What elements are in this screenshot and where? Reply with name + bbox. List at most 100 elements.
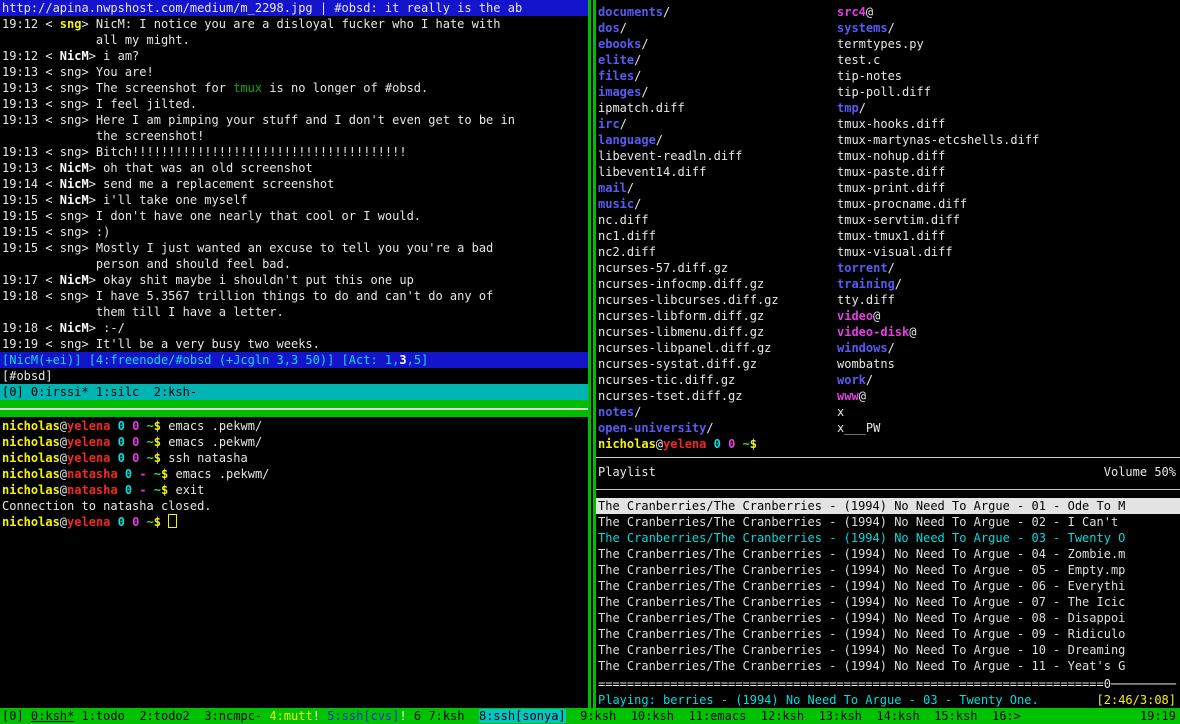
text-segment: > send me a replacement screenshot xyxy=(89,177,335,191)
file-item: tip-notes xyxy=(837,68,1039,84)
file-suffix: / xyxy=(620,21,627,35)
terminal-line: 19:13 < sng> Bitch!!!!!!!!!!!!!!!!!!!!!!… xyxy=(2,144,588,160)
tmux-window-4[interactable]: 4:mutt xyxy=(269,709,312,723)
tmux-window-1[interactable]: 1:todo xyxy=(82,709,125,723)
text-segment: nicholas xyxy=(2,419,60,433)
text-segment xyxy=(616,709,630,723)
file-name: torrent xyxy=(837,261,888,275)
text-segment xyxy=(125,709,139,723)
file-item: files/ xyxy=(598,68,779,84)
playlist-row: The Cranberries/The Cranberries - (1994)… xyxy=(596,642,1180,658)
irc-messages: 19:12 < sng> NicM: I notice you are a di… xyxy=(0,16,588,352)
file-item: x xyxy=(837,404,1039,420)
playlist-row: The Cranberries/The Cranberries - (1994)… xyxy=(596,562,1180,578)
files-shell-prompt: nicholas@yelena 0 0 ~$ xyxy=(598,436,757,452)
text-segment: $ xyxy=(750,437,757,451)
tmux-window-0[interactable]: 0:ksh* xyxy=(31,709,74,723)
text-segment: @ xyxy=(60,515,67,529)
text-segment: nicholas xyxy=(2,451,60,465)
tmux-window-9[interactable]: 9:ksh xyxy=(580,709,616,723)
file-name: tmux-tmux1.diff xyxy=(837,229,945,243)
terminal-line: 19:18 < NicM> :-/ xyxy=(2,320,588,336)
text-segment: $ xyxy=(154,515,161,529)
tmux-status-bar[interactable]: 19:19 [0] 0:ksh* 1:todo 2:todo2 3:ncmpc-… xyxy=(0,708,1180,724)
file-suffix: / xyxy=(627,181,634,195)
text-segment: them till I have a letter. xyxy=(2,305,284,319)
file-suffix: / xyxy=(641,37,648,51)
terminal-line: 19:15 < sng> :) xyxy=(2,224,588,240)
text-segment: > NicM: I notice you are a disloyal fuck… xyxy=(81,17,500,31)
file-item: ncurses-57.diff.gz xyxy=(598,260,779,276)
file-item: test.c xyxy=(837,52,1039,68)
file-name: tmux-visual.diff xyxy=(837,245,953,259)
file-name: ncurses-infocmp.diff.gz xyxy=(598,277,764,291)
file-name: training xyxy=(837,277,895,291)
file-item: tmp/ xyxy=(837,100,1039,116)
file-name: dos xyxy=(598,21,620,35)
seek-progress-bar[interactable]: ========================================… xyxy=(598,676,1176,692)
pane-divider-vertical[interactable] xyxy=(588,0,596,708)
irc-pane[interactable]: http://apina.nwpshost.com/medium/m_2298.… xyxy=(0,0,588,708)
text-segment: ! xyxy=(313,709,320,723)
text-segment: yelena xyxy=(67,515,110,529)
tmux-window-10[interactable]: 10:ksh xyxy=(631,709,674,723)
file-item: tmux-print.diff xyxy=(837,180,1039,196)
terminal-line: 19:15 < sng> Mostly I just wanted an exc… xyxy=(2,240,588,256)
files-pane[interactable]: documents/ dos/ ebooks/ elite/ files/ im… xyxy=(596,0,1180,456)
tmux-window-2[interactable]: 2:todo2 xyxy=(139,709,190,723)
terminal-line: 19:13 < sng> Here I am pimping your stuf… xyxy=(2,112,588,128)
file-name: images xyxy=(598,85,641,99)
file-name: ebooks xyxy=(598,37,641,51)
tmux-window-14[interactable]: 14:ksh xyxy=(876,709,919,723)
tmux-window-12[interactable]: 12:ksh xyxy=(761,709,804,723)
file-list-column-1: documents/ dos/ ebooks/ elite/ files/ im… xyxy=(598,4,779,436)
tmux-window-15[interactable]: 15:ksh xyxy=(934,709,977,723)
pane-divider-horizontal[interactable] xyxy=(0,400,588,417)
tmux-window-5[interactable]: 5:ssh[cvs] xyxy=(327,709,399,723)
text-segment xyxy=(110,451,117,465)
file-name: language xyxy=(598,133,656,147)
tmux-window-13[interactable]: 13:ksh xyxy=(819,709,862,723)
file-item: ncurses-libcurses.diff.gz xyxy=(598,292,779,308)
playlist-row: The Cranberries/The Cranberries - (1994)… xyxy=(596,578,1180,594)
tmux-window-11[interactable]: 11:emacs xyxy=(689,709,747,723)
file-name: tmux-hooks.diff xyxy=(837,117,945,131)
file-item: nc1.diff xyxy=(598,228,779,244)
text-segment: ~ xyxy=(154,467,161,481)
tmux-window-3[interactable]: 3:ncmpc- xyxy=(204,709,262,723)
file-item: wombatns xyxy=(837,356,1039,372)
file-item: ncurses-systat.diff.gz xyxy=(598,356,779,372)
text-segment: ssh natasha xyxy=(161,451,248,465)
tmux-window-16[interactable]: 16:> xyxy=(992,709,1021,723)
text-segment xyxy=(147,483,154,497)
text-segment: 19:15 < sng> I don't have one nearly tha… xyxy=(2,209,421,223)
file-suffix: / xyxy=(895,277,902,291)
file-name: tty.diff xyxy=(837,293,895,307)
file-item: ncurses-infocmp.diff.gz xyxy=(598,276,779,292)
screen-caption-bar[interactable]: [0] 0:irssi* 1:silc 2:ksh- xyxy=(0,384,588,400)
tmux-window-8[interactable]: 8:ssh[sonya] xyxy=(479,709,566,723)
file-name: x xyxy=(837,405,844,419)
text-segment: tmux xyxy=(233,81,262,95)
files-shell-prompt: nicholas@yelena 0 0 ~$ xyxy=(598,436,757,452)
file-name: systems xyxy=(837,21,888,35)
file-item: open-university/ xyxy=(598,420,779,436)
file-name: tmp xyxy=(837,101,859,115)
file-name: mail xyxy=(598,181,627,195)
terminal-line: nicholas@yelena 0 0 ~$ ssh natasha xyxy=(2,450,588,466)
file-suffix: / xyxy=(634,69,641,83)
file-item: ncurses-tset.diff.gz xyxy=(598,388,779,404)
irc-statusbar-line: [NicM(+ei)] [4:freenode/#obsd (+Jcgln 3,… xyxy=(2,352,588,368)
tmux-window-7[interactable]: 7:ksh xyxy=(428,709,464,723)
text-segment: - xyxy=(139,467,146,481)
file-suffix: @ xyxy=(866,5,873,19)
tmux-window-6[interactable]: 6 xyxy=(407,709,429,723)
text-segment: nicholas xyxy=(598,437,656,451)
text-segment: nicholas xyxy=(2,515,60,529)
text-segment xyxy=(118,467,125,481)
ncmpc-pane[interactable]: Playlist Volume 50% The Cranberries/The … xyxy=(596,458,1180,708)
irc-input-line[interactable]: [#obsd] xyxy=(0,368,588,384)
file-name: tip-poll.diff xyxy=(837,85,931,99)
file-item: work/ xyxy=(837,372,1039,388)
file-item: tmux-procname.diff xyxy=(837,196,1039,212)
